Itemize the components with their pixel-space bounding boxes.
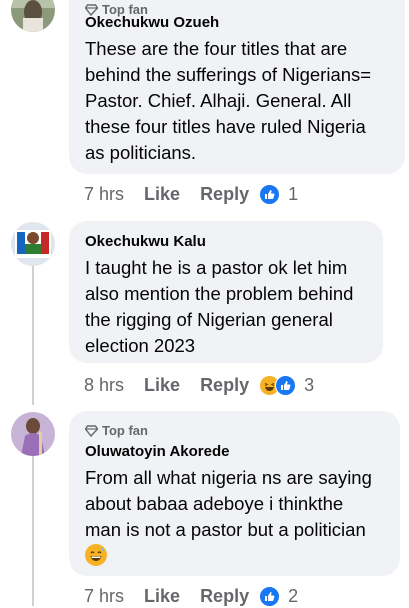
reply-button[interactable]: Reply	[200, 586, 249, 607]
avatar[interactable]	[11, 222, 55, 266]
comment-actions: 7 hrs Like Reply 1	[84, 182, 298, 206]
like-button[interactable]: Like	[144, 375, 180, 396]
comment-text: These are the four titles that are behin…	[85, 36, 371, 166]
comment-line: election 2023	[85, 335, 196, 356]
comment-text: From all what nigeria ns are saying abou…	[85, 465, 372, 543]
thread-line	[32, 455, 34, 606]
thread-line	[32, 265, 34, 405]
timestamp[interactable]: 7 hrs	[84, 184, 124, 205]
grinning-sweat-emoji	[85, 544, 107, 566]
comment-bubble: Top fan Okechukwu Ozueh These are the fo…	[69, 0, 405, 174]
reply-button[interactable]: Reply	[200, 375, 249, 396]
badge-label: Top fan	[102, 423, 148, 438]
avatar[interactable]	[11, 412, 55, 456]
like-reaction-icon	[259, 183, 281, 205]
like-reaction-icon	[275, 374, 297, 396]
reaction-count: 1	[288, 183, 299, 204]
comment-bubble: Okechukwu Kalu I taught he is a pastor o…	[69, 221, 383, 363]
comment-bubble: Top fan Oluwatoyin Akorede From all what…	[69, 411, 400, 576]
like-reaction-icon	[259, 585, 281, 607]
diamond-icon	[85, 424, 98, 437]
comment-line: From all what nigeria ns are saying	[85, 467, 372, 488]
top-fan-badge: Top fan	[85, 423, 148, 438]
comment-line: man is not a pastor but a politician	[85, 519, 366, 540]
like-button[interactable]: Like	[144, 184, 180, 205]
like-button[interactable]: Like	[144, 586, 180, 607]
comment-line: these four titles have ruled Nigeria	[85, 116, 366, 137]
comment-actions: 8 hrs Like Reply 3	[84, 373, 314, 397]
comment-line: as politicians.	[85, 142, 197, 163]
author-name[interactable]: Oluwatoyin Akorede	[85, 443, 229, 460]
avatar[interactable]	[11, 0, 55, 32]
author-name[interactable]: Okechukwu Kalu	[85, 233, 206, 250]
comment-line: behind the sufferings of Nigerians=	[85, 64, 372, 85]
comment-actions: 7 hrs Like Reply 2	[84, 584, 298, 608]
reactions[interactable]: 2	[259, 585, 299, 607]
reaction-count: 3	[304, 374, 315, 395]
comment-line: I taught he is a pastor ok let him	[85, 257, 348, 278]
comment-line: These are the four titles that are	[85, 38, 348, 59]
timestamp[interactable]: 7 hrs	[84, 586, 124, 607]
author-name[interactable]: Okechukwu Ozueh	[85, 14, 219, 31]
comment-line: the rigging of Nigerian general	[85, 309, 333, 330]
comment-text: I taught he is a pastor ok let him also …	[85, 255, 353, 359]
reactions[interactable]: 1	[259, 183, 299, 205]
reaction-count: 2	[288, 585, 299, 606]
comment-line: about babaa adeboye i thinkthe	[85, 493, 344, 514]
comment-line: Pastor. Chief. Alhaji. General. All	[85, 90, 352, 111]
reactions[interactable]: 3	[259, 374, 315, 396]
comment-line: also mention the problem behind	[85, 283, 354, 304]
reply-button[interactable]: Reply	[200, 184, 249, 205]
timestamp[interactable]: 8 hrs	[84, 375, 124, 396]
